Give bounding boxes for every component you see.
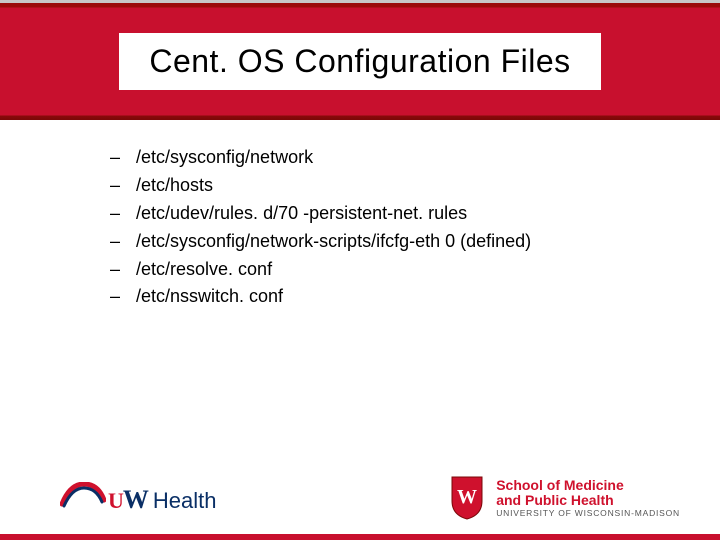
uw-crest-icon: W [448,475,486,521]
smph-line1: School of Medicine [496,478,680,493]
list-item: – /etc/resolve. conf [110,256,650,284]
list-item: – /etc/udev/rules. d/70 -persistent-net.… [110,200,650,228]
item-text: /etc/nsswitch. conf [136,283,283,311]
bullet: – [110,283,136,311]
smph-text: School of Medicine and Public Health UNI… [496,478,680,518]
svg-text:W: W [457,486,477,508]
item-text: /etc/resolve. conf [136,256,272,284]
smph-logo: W School of Medicine and Public Health U… [448,475,680,521]
smph-sub: UNIVERSITY OF WISCONSIN-MADISON [496,509,680,518]
title-band: Cent. OS Configuration Files [0,0,720,120]
uw-swoosh-icon [60,482,106,508]
item-text: /etc/sysconfig/network [136,144,313,172]
footer: U W Health W School of Medicine and Publ… [0,468,720,540]
list-item: – /etc/sysconfig/network-scripts/ifcfg-e… [110,228,650,256]
item-text: /etc/sysconfig/network-scripts/ifcfg-eth… [136,228,531,256]
bullet: – [110,144,136,172]
logo-letter-u: U [108,488,123,514]
slide-title: Cent. OS Configuration Files [119,33,600,90]
uw-health-logo: U W Health [60,482,216,515]
bullet: – [110,256,136,284]
list-item: – /etc/sysconfig/network [110,144,650,172]
bullet: – [110,172,136,200]
list-item: – /etc/nsswitch. conf [110,283,650,311]
item-text: /etc/udev/rules. d/70 -persistent-net. r… [136,200,467,228]
content-area: – /etc/sysconfig/network – /etc/hosts – … [0,120,720,311]
smph-line2: and Public Health [496,493,680,508]
logo-health-text: Health [153,488,217,514]
item-text: /etc/hosts [136,172,213,200]
bullet: – [110,200,136,228]
bullet: – [110,228,136,256]
list-item: – /etc/hosts [110,172,650,200]
logo-letter-w: W [123,485,149,515]
